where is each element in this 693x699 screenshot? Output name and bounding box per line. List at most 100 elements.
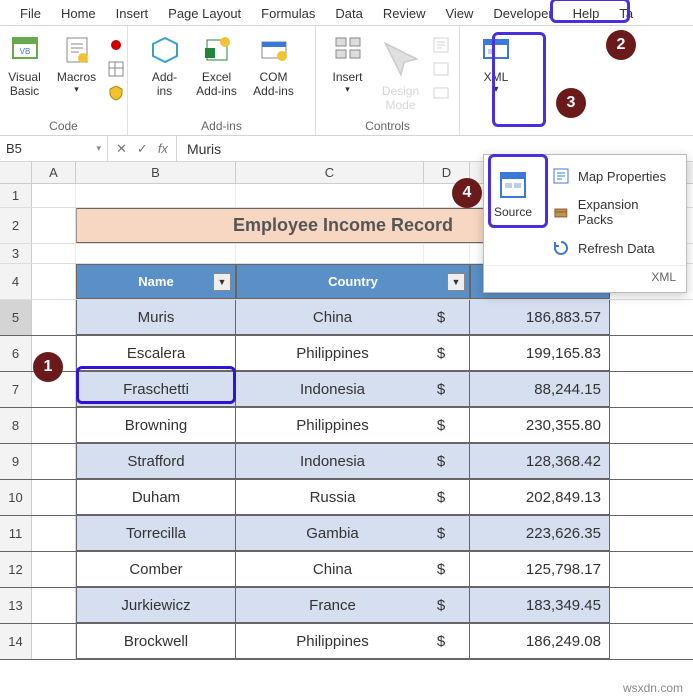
row-header[interactable]: 11	[0, 516, 32, 551]
col-b[interactable]: B	[76, 162, 236, 183]
visual-basic-button[interactable]: VB Visual Basic	[1, 30, 49, 99]
row-header[interactable]: 14	[0, 624, 32, 659]
table-row: 14 BrockwellPhilippines$186,249.08	[0, 624, 693, 660]
filter-country-icon[interactable]: ▼	[447, 273, 465, 291]
tab-developer[interactable]: Developer	[483, 2, 562, 25]
cell-income[interactable]: 230,355.80	[470, 408, 610, 443]
view-code-button[interactable]	[430, 58, 452, 80]
row-header[interactable]: 8	[0, 408, 32, 443]
group-label-controls: Controls	[365, 119, 410, 133]
cell-name[interactable]: Strafford	[76, 444, 236, 479]
cell-name[interactable]: Browning	[76, 408, 236, 443]
row-header[interactable]: 13	[0, 588, 32, 623]
properties-button[interactable]	[430, 34, 452, 56]
cell-country-cur[interactable]: Philippines$	[236, 408, 470, 443]
row-header[interactable]: 10	[0, 480, 32, 515]
row-header-2[interactable]: 2	[0, 208, 32, 243]
map-properties-item[interactable]: Map Properties	[546, 163, 682, 189]
name-box[interactable]: B5▾	[0, 136, 108, 161]
cell-name[interactable]: Torrecilla	[76, 516, 236, 551]
cell-income[interactable]: 128,368.42	[470, 444, 610, 479]
tab-home[interactable]: Home	[51, 2, 106, 25]
badge-1: 1	[33, 352, 63, 382]
row-header-1[interactable]: 1	[0, 184, 32, 207]
macros-button[interactable]: Macros▾	[53, 30, 101, 95]
addins-button[interactable]: Add- ins	[141, 30, 189, 99]
record-icon	[107, 36, 125, 54]
cell-name[interactable]: Muris	[76, 300, 236, 335]
row-header[interactable]: 12	[0, 552, 32, 587]
map-properties-icon	[552, 167, 570, 185]
excel-addins-icon	[201, 34, 233, 66]
select-all-corner[interactable]	[0, 162, 32, 183]
cell-income[interactable]: 199,165.83	[470, 336, 610, 371]
svg-text:VB: VB	[19, 47, 30, 56]
tab-help[interactable]: Help	[563, 2, 610, 25]
cell-country-cur[interactable]: China$	[236, 300, 470, 335]
cell-name[interactable]: Jurkiewicz	[76, 588, 236, 623]
expansion-packs-item[interactable]: Expansion Packs	[546, 193, 682, 231]
cell-income[interactable]: 186,249.08	[470, 624, 610, 659]
expansion-packs-icon	[552, 203, 570, 221]
cell-income[interactable]: 202,849.13	[470, 480, 610, 515]
cancel-icon[interactable]: ✕	[116, 141, 127, 157]
cell-name[interactable]: Brockwell	[76, 624, 236, 659]
tab-formulas[interactable]: Formulas	[251, 2, 325, 25]
col-c[interactable]: C	[236, 162, 424, 183]
table-row: 12 ComberChina$125,798.17	[0, 552, 693, 588]
tab-overflow[interactable]: Ta	[609, 2, 643, 25]
insert-control-button[interactable]: Insert▾	[324, 30, 372, 95]
col-a[interactable]: A	[32, 162, 76, 183]
fx-icon[interactable]: fx	[158, 141, 168, 156]
cell-income[interactable]: 186,883.57	[470, 300, 610, 335]
cell-country-cur[interactable]: France$	[236, 588, 470, 623]
cell-income[interactable]: 183,349.45	[470, 588, 610, 623]
cell-income[interactable]: 223,626.35	[470, 516, 610, 551]
run-dialog-button[interactable]	[430, 82, 452, 104]
com-addins-icon	[258, 34, 290, 66]
tab-review[interactable]: Review	[373, 2, 436, 25]
cell-country-cur[interactable]: Gambia$	[236, 516, 470, 551]
xml-button[interactable]: XML ▾	[470, 30, 522, 96]
tab-data[interactable]: Data	[325, 2, 372, 25]
excel-addins-button[interactable]: Excel Add-ins	[193, 30, 241, 99]
tab-insert[interactable]: Insert	[106, 2, 159, 25]
header-country[interactable]: Country ▼	[236, 264, 470, 299]
cell-income[interactable]: 125,798.17	[470, 552, 610, 587]
macro-security-button[interactable]	[105, 82, 127, 104]
table-row: 6 EscaleraPhilippines$199,165.83	[0, 336, 693, 372]
cell-country-cur[interactable]: Indonesia$	[236, 444, 470, 479]
cell-country-cur[interactable]: Indonesia$	[236, 372, 470, 407]
row-header[interactable]: 5	[0, 300, 32, 335]
view-code-icon	[432, 60, 450, 78]
grid-ref-icon	[107, 60, 125, 78]
cell-name[interactable]: Comber	[76, 552, 236, 587]
record-macro-button[interactable]	[105, 34, 127, 56]
row-header-4[interactable]: 4	[0, 264, 32, 299]
filter-name-icon[interactable]: ▼	[213, 273, 231, 291]
tab-page-layout[interactable]: Page Layout	[158, 2, 251, 25]
header-name[interactable]: Name ▼	[76, 264, 236, 299]
cell-name[interactable]: Escalera	[76, 336, 236, 371]
cell-country-cur[interactable]: China$	[236, 552, 470, 587]
cell-name[interactable]: Fraschetti	[76, 372, 236, 407]
cell-country-cur[interactable]: Philippines$	[236, 624, 470, 659]
tab-view[interactable]: View	[435, 2, 483, 25]
relative-ref-button[interactable]	[105, 58, 127, 80]
cell-income[interactable]: 88,244.15	[470, 372, 610, 407]
cell-name[interactable]: Duham	[76, 480, 236, 515]
row-header-3[interactable]: 3	[0, 244, 32, 263]
macros-icon	[61, 34, 93, 66]
row-header[interactable]: 6	[0, 336, 32, 371]
cell-country-cur[interactable]: Russia$	[236, 480, 470, 515]
row-header[interactable]: 9	[0, 444, 32, 479]
enter-icon[interactable]: ✓	[137, 141, 148, 157]
cell-country-cur[interactable]: Philippines$	[236, 336, 470, 371]
badge-3: 3	[556, 88, 586, 118]
com-addins-button[interactable]: COM Add-ins	[245, 30, 303, 99]
row-header[interactable]: 7	[0, 372, 32, 407]
design-mode-button[interactable]: Design Mode	[376, 30, 426, 112]
tab-file[interactable]: File	[10, 2, 51, 25]
refresh-data-item[interactable]: Refresh Data	[546, 235, 682, 261]
xml-source-button[interactable]: Source	[489, 165, 537, 219]
